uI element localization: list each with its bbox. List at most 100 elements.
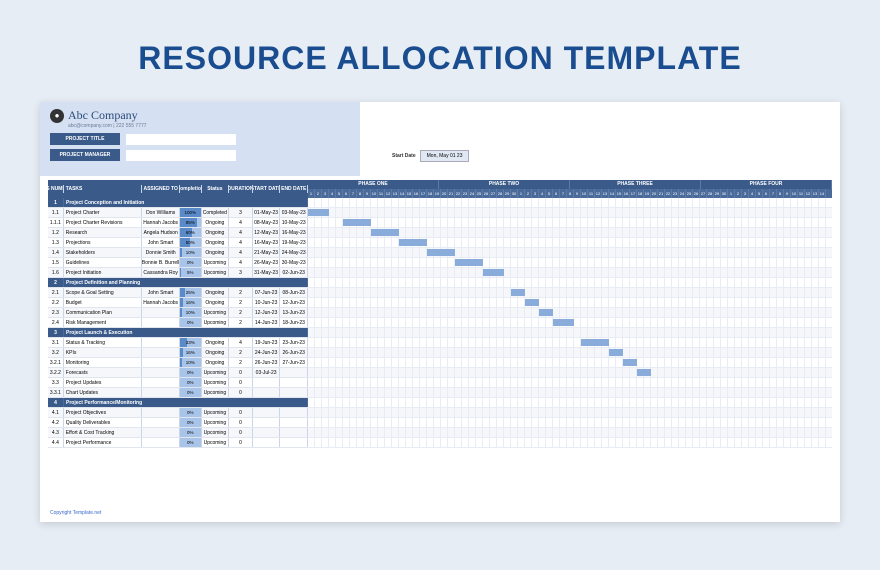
task-row[interactable]: 3.2.2 Forecasts 0% Upcoming 0 03-Jul-23: [48, 368, 308, 378]
company-name: Abc Company: [68, 108, 138, 123]
header-band: ● Abc Company abc@company.com | 222 555 …: [40, 102, 360, 176]
company-logo-icon: ●: [50, 109, 64, 123]
task-row[interactable]: 4.4 Project Performance 0% Upcoming 0: [48, 438, 308, 448]
gantt-bar[interactable]: [399, 239, 427, 246]
gantt-bar[interactable]: [623, 359, 637, 366]
day-header-cell: 3: [742, 189, 749, 198]
task-row[interactable]: 3.3 Project Updates 0% Upcoming 0: [48, 378, 308, 388]
day-header-cell: 11: [798, 189, 805, 198]
gantt-row: [308, 368, 832, 378]
gantt-bar[interactable]: [455, 259, 483, 266]
phase-header-cell: PHASE FOUR: [701, 180, 832, 189]
table-header-row: WBS NUMBER TASKS ASSIGNED TO Completion …: [48, 180, 308, 198]
task-row[interactable]: 2.1 Scope & Goal Setting John Smart 25% …: [48, 288, 308, 298]
day-header-cell: 14: [819, 189, 826, 198]
day-header-cell: 11: [588, 189, 595, 198]
day-header-cell: 1: [308, 189, 315, 198]
gantt-bar[interactable]: [525, 299, 539, 306]
day-header-cell: 29: [504, 189, 511, 198]
gantt-row: [308, 388, 832, 398]
gantt-bar[interactable]: [511, 289, 525, 296]
gantt-bar[interactable]: [308, 209, 329, 216]
task-row[interactable]: 2.4 Risk Management 0% Upcoming 2 14-Jun…: [48, 318, 308, 328]
task-row[interactable]: 3.1 Status & Tracking 33% Ongoing 4 19-J…: [48, 338, 308, 348]
project-title-input[interactable]: [126, 134, 236, 145]
day-header-row: 1234567891011121314151617181920212223242…: [308, 189, 832, 198]
gantt-row: [308, 348, 832, 358]
day-header-cell: 11: [378, 189, 385, 198]
gantt-row: [308, 428, 832, 438]
gantt-bar[interactable]: [553, 319, 574, 326]
gantt-bar[interactable]: [609, 349, 623, 356]
day-header-cell: 16: [413, 189, 420, 198]
gantt-bar[interactable]: [637, 369, 651, 376]
day-header-cell: 21: [448, 189, 455, 198]
gantt-row: [308, 238, 832, 248]
gantt-container: WBS NUMBER TASKS ASSIGNED TO Completion …: [48, 180, 832, 502]
task-row[interactable]: 2.2 Budget Hannah Jacobs 16% Ongoing 2 1…: [48, 298, 308, 308]
gantt-bar[interactable]: [371, 229, 399, 236]
gantt-bar[interactable]: [581, 339, 609, 346]
day-header-cell: 7: [770, 189, 777, 198]
day-header-cell: 15: [406, 189, 413, 198]
day-header-cell: 9: [784, 189, 791, 198]
gantt-bar[interactable]: [539, 309, 553, 316]
task-row[interactable]: 4.1 Project Objectives 0% Upcoming 0: [48, 408, 308, 418]
phase-row[interactable]: 1Project Conception and Initiation: [48, 198, 308, 208]
project-manager-input[interactable]: [126, 150, 236, 161]
day-header-cell: 3: [322, 189, 329, 198]
day-header-cell: 2: [315, 189, 322, 198]
day-header-cell: 28: [497, 189, 504, 198]
task-row[interactable]: 1.6 Project Initiation Cassandra Roy 5% …: [48, 268, 308, 278]
start-date-value[interactable]: Mon, May 01 23: [420, 150, 470, 162]
project-manager-label: PROJECT MANAGER: [50, 149, 120, 161]
copyright-link[interactable]: Copyright Template.net: [50, 510, 101, 516]
day-header-cell: 25: [686, 189, 693, 198]
phase-row[interactable]: 2Project Definition and Planning: [48, 278, 308, 288]
task-row[interactable]: 1.4 Stakeholders Donnie Smith 10% Ongoin…: [48, 248, 308, 258]
company-contact: abc@company.com | 222 555 7777: [68, 123, 350, 129]
task-row[interactable]: 1.1 Project Charter Don Williams 100% Co…: [48, 208, 308, 218]
day-header-cell: 8: [567, 189, 574, 198]
header-wbs: WBS NUMBER: [48, 185, 64, 193]
day-header-cell: 6: [343, 189, 350, 198]
phase-row[interactable]: 4Project Performance/Monitoring: [48, 398, 308, 408]
gantt-bar[interactable]: [427, 249, 455, 256]
task-row[interactable]: 2.3 Communication Plan 10% Upcoming 2 12…: [48, 308, 308, 318]
gantt-row: [308, 378, 832, 388]
header-tasks: TASKS: [64, 185, 143, 193]
phase-row[interactable]: 3Project Launch & Execution: [48, 328, 308, 338]
header-end-date: END DATE: [280, 185, 308, 193]
day-header-cell: 10: [581, 189, 588, 198]
day-header-cell: 8: [357, 189, 364, 198]
day-header-cell: 10: [791, 189, 798, 198]
task-row[interactable]: 3.2 KPIs 16% Ongoing 2 24-Jun-23 26-Jun-…: [48, 348, 308, 358]
task-row[interactable]: 3.2.1 Monitoring 10% Ongoing 2 26-Jun-23…: [48, 358, 308, 368]
task-row[interactable]: 1.1.1 Project Charter Revisions Hannah J…: [48, 218, 308, 228]
task-row[interactable]: 1.5 Guidelines Bonnie B. Burrell 0% Upco…: [48, 258, 308, 268]
header-duration: DURATION: [229, 185, 253, 193]
day-header-cell: 18: [427, 189, 434, 198]
gantt-row: [308, 358, 832, 368]
gantt-row: [308, 338, 832, 348]
gantt-row: [308, 318, 832, 328]
gantt-bar[interactable]: [483, 269, 504, 276]
company-block: ● Abc Company: [50, 108, 350, 123]
phase-header-cell: PHASE THREE: [570, 180, 701, 189]
day-header-cell: 30: [721, 189, 728, 198]
gantt-row: [308, 198, 832, 208]
day-header-cell: 6: [553, 189, 560, 198]
day-header-cell: 20: [651, 189, 658, 198]
header-start-date: START DATE: [253, 185, 281, 193]
day-header-cell: 21: [658, 189, 665, 198]
task-row[interactable]: 1.2 Research Angela Hudson 60% Ongoing 4…: [48, 228, 308, 238]
gantt-row: [308, 278, 832, 288]
task-row[interactable]: 1.3 Projections John Smart 50% Ongoing 4…: [48, 238, 308, 248]
day-header-cell: 29: [714, 189, 721, 198]
task-row[interactable]: 4.2 Quality Deliverables 0% Upcoming 0: [48, 418, 308, 428]
task-row[interactable]: 3.3.1 Chart Updates 0% Upcoming 0: [48, 388, 308, 398]
day-header-cell: 13: [602, 189, 609, 198]
task-row[interactable]: 4.3 Effort & Cost Tracking 0% Upcoming 0: [48, 428, 308, 438]
gantt-bar[interactable]: [343, 219, 371, 226]
gantt-row: [308, 328, 832, 338]
